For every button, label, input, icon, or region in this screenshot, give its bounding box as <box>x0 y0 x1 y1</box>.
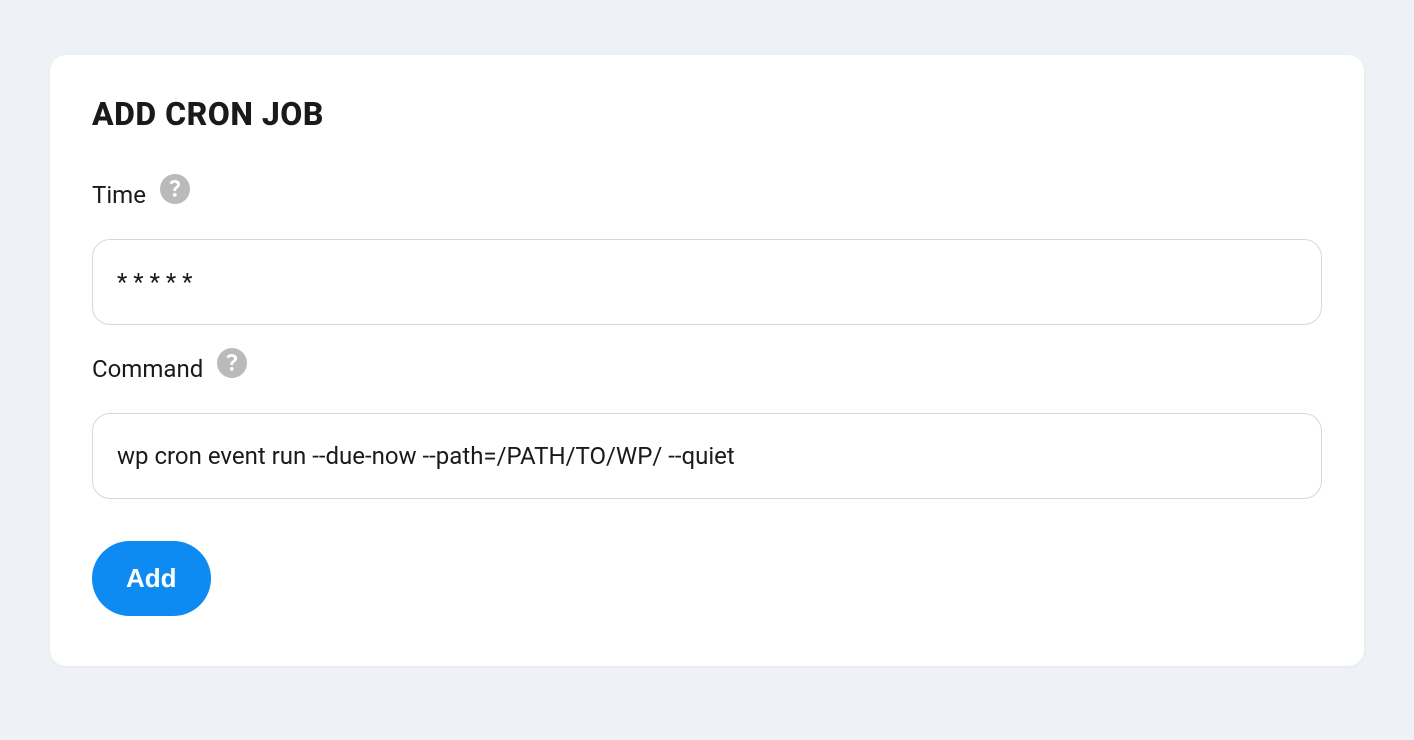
command-input[interactable] <box>92 413 1322 499</box>
time-label: Time <box>92 181 146 209</box>
command-help-icon[interactable] <box>217 348 247 378</box>
add-cron-job-card: ADD CRON JOB Time Command Add <box>50 55 1364 666</box>
command-field-group: Command <box>92 355 1322 499</box>
add-button[interactable]: Add <box>92 541 211 616</box>
time-field-group: Time <box>92 181 1322 325</box>
time-label-row: Time <box>92 181 1322 209</box>
command-label-row: Command <box>92 355 1322 383</box>
page-title: ADD CRON JOB <box>92 95 1322 133</box>
question-mark-icon <box>226 354 238 372</box>
time-input[interactable] <box>92 239 1322 325</box>
command-label: Command <box>92 355 203 383</box>
question-mark-icon <box>169 180 181 198</box>
time-help-icon[interactable] <box>160 174 190 204</box>
